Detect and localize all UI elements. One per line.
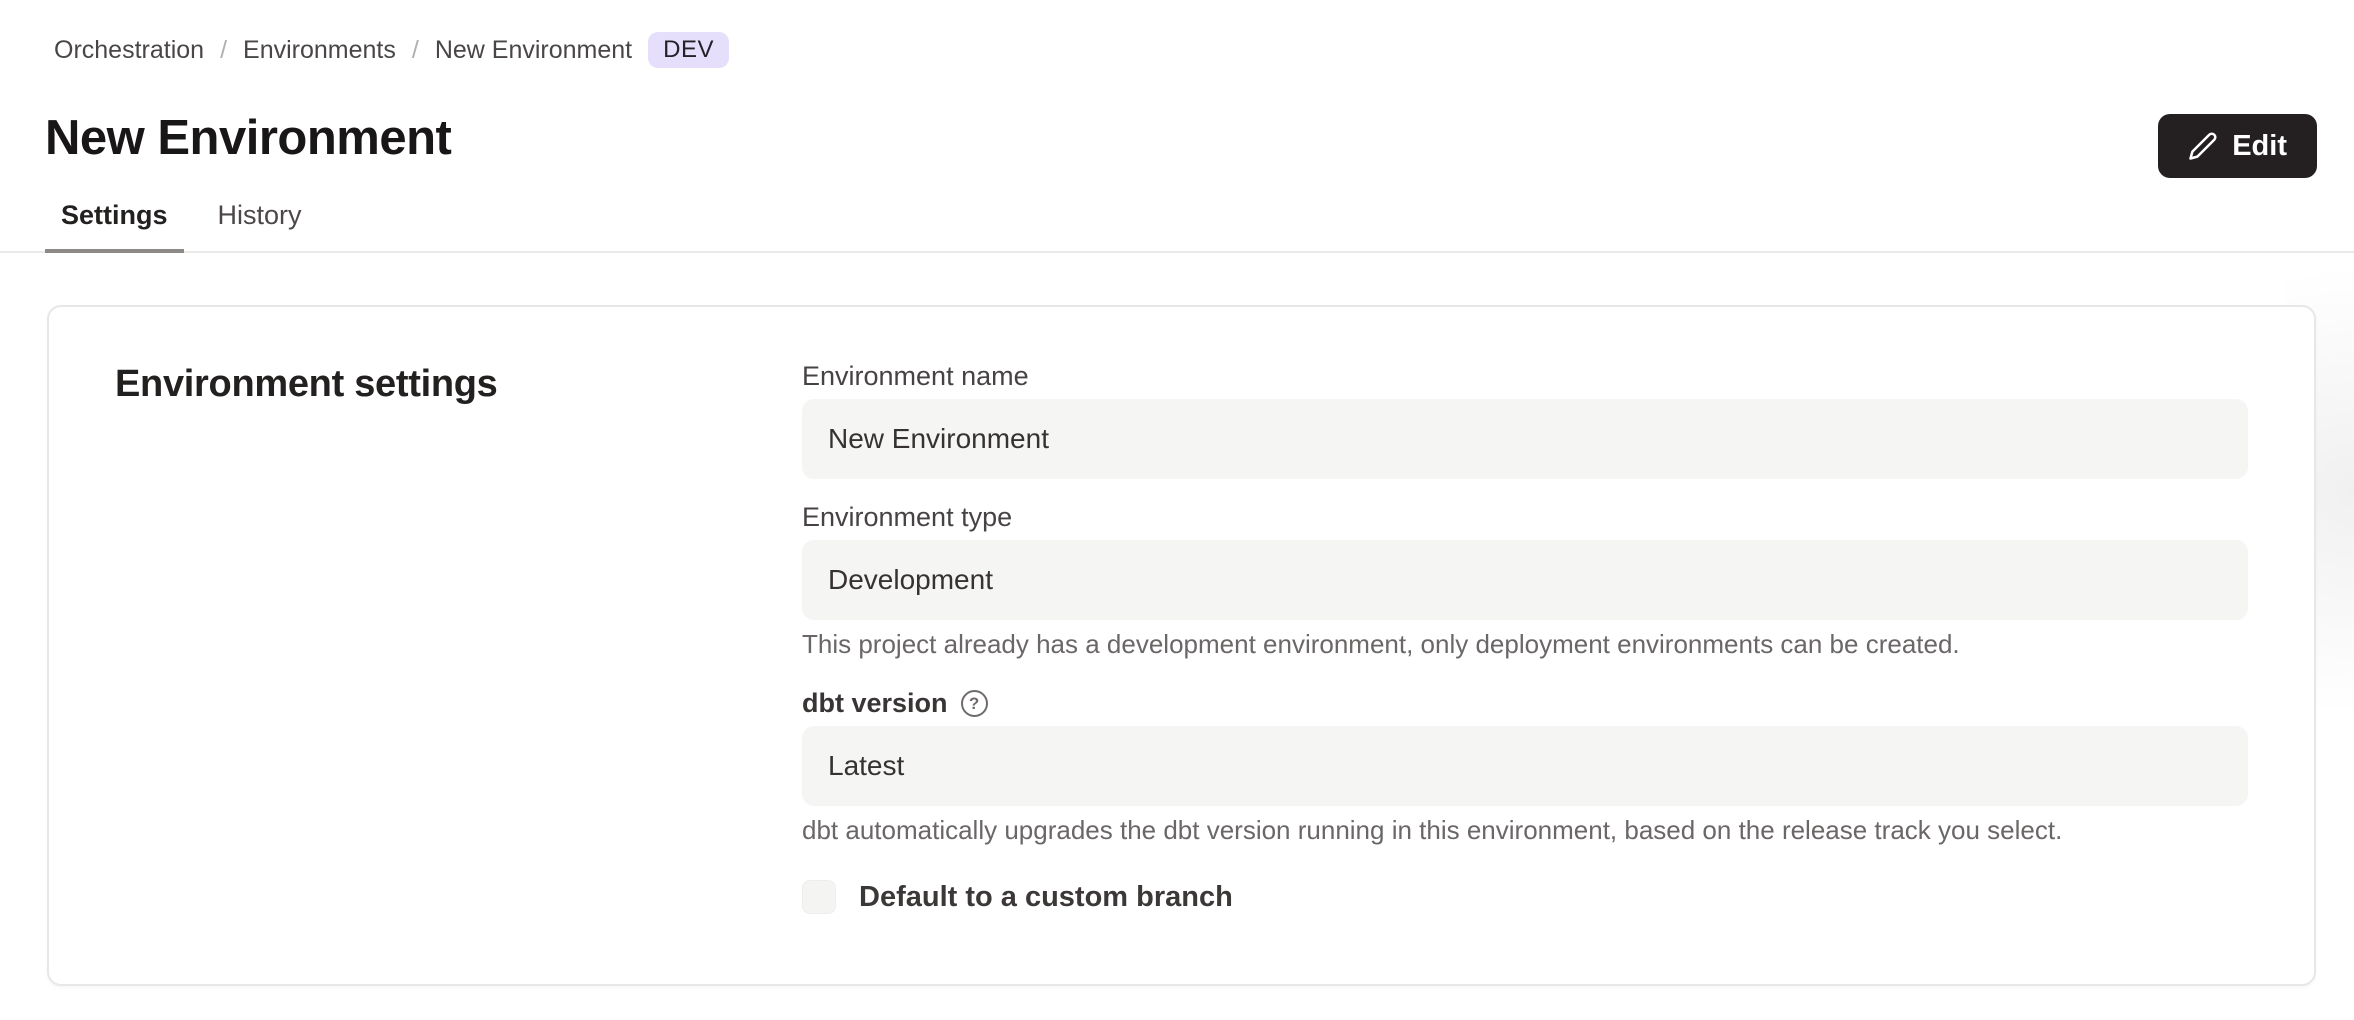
card-heading: Environment settings xyxy=(115,363,802,407)
question-mark-circle-icon[interactable]: ? xyxy=(961,690,988,717)
custom-branch-checkbox-label[interactable]: Default to a custom branch xyxy=(859,881,1233,914)
breadcrumb-separator: / xyxy=(220,36,227,65)
environment-type-input[interactable] xyxy=(802,540,2248,620)
page-title: New Environment xyxy=(45,110,451,166)
dbt-version-helper-text: dbt automatically upgrades the dbt versi… xyxy=(802,815,2248,845)
environment-settings-form: Environment name Environment type This p… xyxy=(802,359,2248,984)
dbt-version-label-text: dbt version xyxy=(802,686,948,720)
tab-settings[interactable]: Settings xyxy=(45,196,184,253)
custom-branch-row: Default to a custom branch xyxy=(802,880,2248,914)
pencil-icon xyxy=(2188,131,2218,161)
breadcrumb-new-environment[interactable]: New Environment xyxy=(435,36,632,65)
environment-settings-card: Environment settings Environment name En… xyxy=(47,305,2316,986)
tab-bar: Settings History xyxy=(0,196,2354,253)
breadcrumb: Orchestration / Environments / New Envir… xyxy=(54,32,729,68)
breadcrumb-orchestration[interactable]: Orchestration xyxy=(54,36,204,65)
tab-history[interactable]: History xyxy=(202,196,318,253)
card-heading-column: Environment settings xyxy=(115,359,802,984)
dbt-version-input[interactable] xyxy=(802,726,2248,806)
custom-branch-checkbox[interactable] xyxy=(802,880,836,914)
environment-name-input[interactable] xyxy=(802,399,2248,479)
environment-type-label: Environment type xyxy=(802,500,2248,534)
environment-type-helper-text: This project already has a development e… xyxy=(802,629,2248,659)
breadcrumb-separator: / xyxy=(412,36,419,65)
dbt-version-label: dbt version ? xyxy=(802,686,2248,720)
breadcrumb-environments[interactable]: Environments xyxy=(243,36,396,65)
edit-button[interactable]: Edit xyxy=(2158,114,2317,178)
environment-name-label: Environment name xyxy=(802,359,2248,393)
dev-badge: DEV xyxy=(648,32,729,68)
edit-button-label: Edit xyxy=(2232,130,2287,163)
